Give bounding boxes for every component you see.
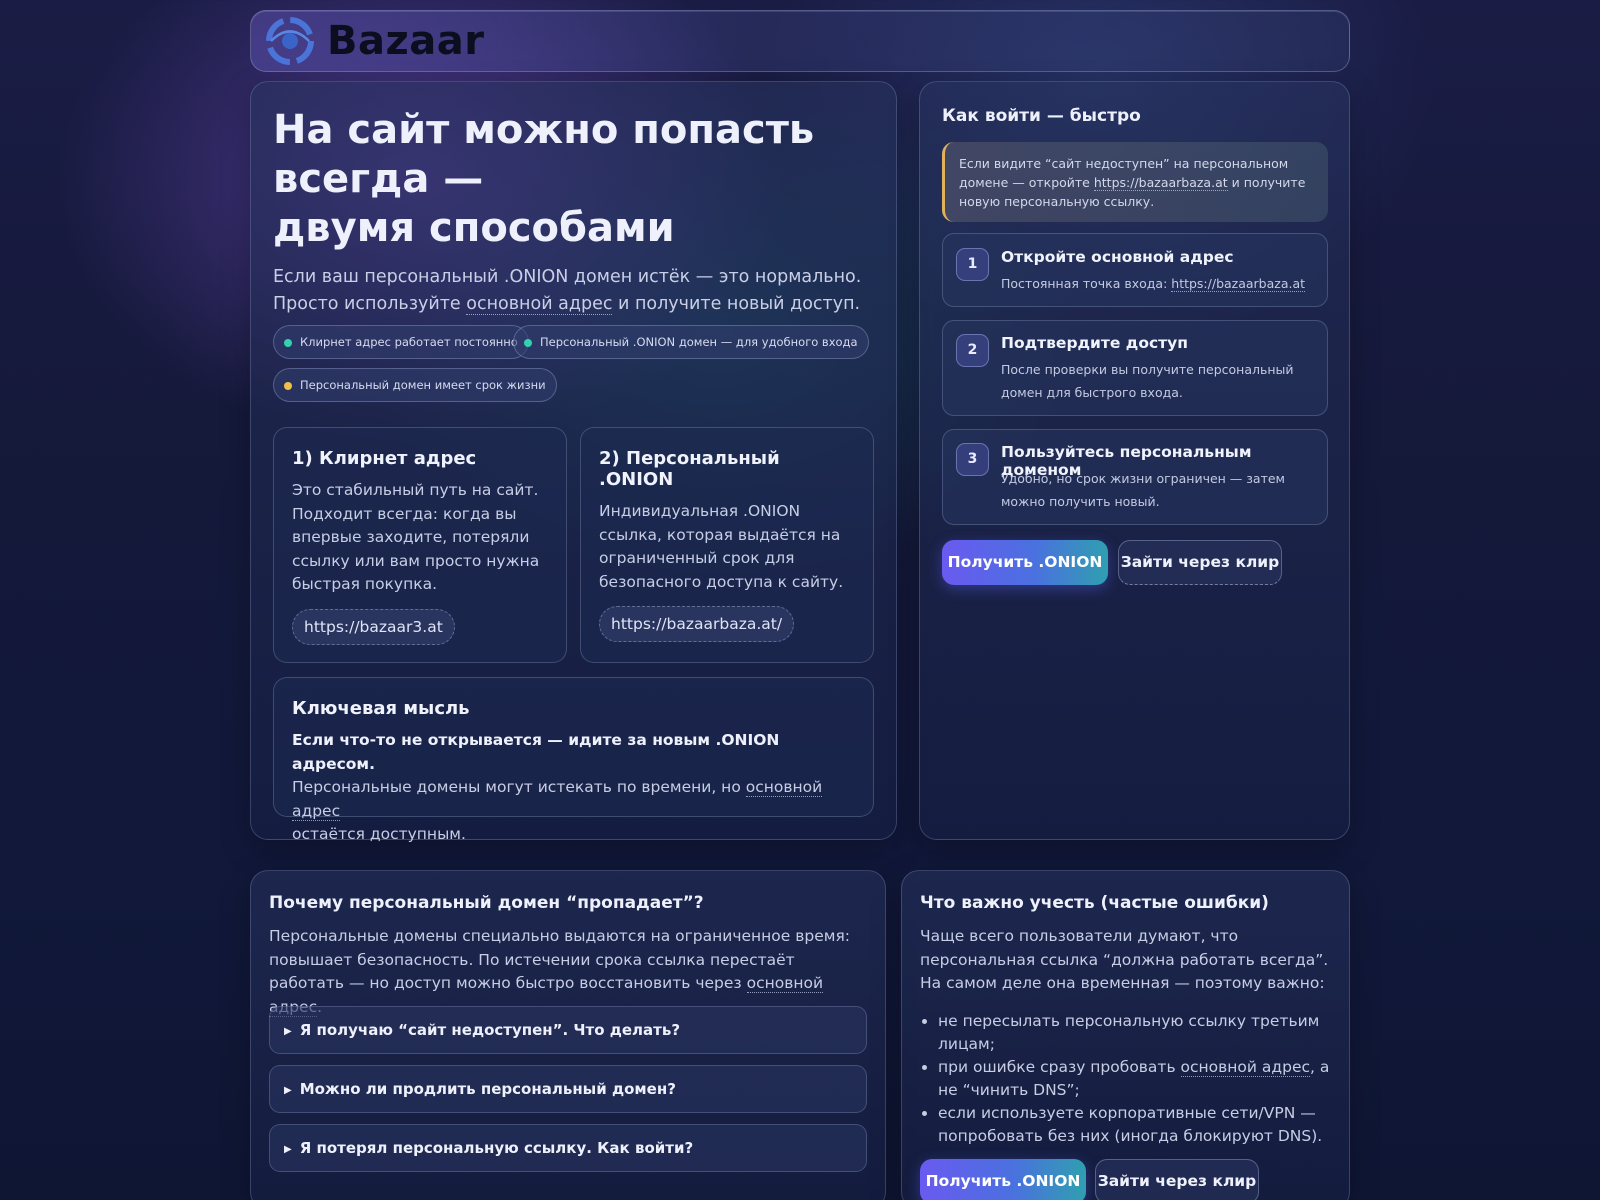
hero-lead-text3: и получите новый доступ. — [612, 294, 861, 314]
hero-title-line1: На сайт можно попасть — [273, 107, 815, 153]
why-panel: Почему персональный домен “пропадает”? П… — [250, 870, 886, 1200]
card-text: Индивидуальная .ONION ссылка, которая вы… — [599, 502, 844, 591]
why-text: Персональные домены специально выдаются … — [269, 925, 869, 1019]
clearnet-login-button-bottom[interactable]: Зайти через клир — [1095, 1159, 1259, 1200]
list-item: не пересылать персональную ссылку третьи… — [938, 1010, 1338, 1056]
hero-lead-text1: Если ваш персональный .ONION домен истёк… — [273, 267, 862, 287]
triangle-right-icon: ▶ — [284, 1026, 292, 1037]
card-text: Это стабильный путь на сайт. Подходит вс… — [292, 481, 540, 593]
brand-name[interactable]: Bazaar — [327, 18, 484, 64]
main-address-link[interactable]: основной адрес — [466, 294, 613, 315]
step-desc: Постоянная точка входа: https://bazaarba… — [1001, 272, 1316, 295]
why-title: Почему персональный домен “пропадает”? — [269, 893, 704, 913]
faq-label: Я получаю “сайт недоступен”. Что делать? — [299, 1021, 681, 1039]
get-onion-button[interactable]: Получить .ONION — [942, 540, 1108, 585]
hero-lead-text2: Просто используйте — [273, 294, 467, 314]
mistakes-title: Что важно учесть (частые ошибки) — [920, 893, 1269, 913]
key-title: Ключевая мысль — [292, 698, 470, 719]
chip-lifetime: Персональный домен имеет срок жизни — [273, 368, 557, 402]
onion-link[interactable]: https://bazaarbaza.at/ — [599, 606, 795, 642]
faq-item-extend[interactable]: ▶ Можно ли продлить персональный домен? — [269, 1065, 867, 1113]
triangle-right-icon: ▶ — [284, 1085, 292, 1096]
top-bar: Bazaar — [250, 10, 1350, 72]
hero-title-line2: всегда — — [273, 156, 484, 202]
chip-onion: Персональный .ONION домен — для удобного… — [513, 325, 869, 359]
main-address-link[interactable]: основной адрес — [1180, 1058, 1311, 1077]
faq-item-unavailable[interactable]: ▶ Я получаю “сайт недоступен”. Что делать… — [269, 1006, 867, 1054]
quick-login-panel: Как войти — быстро Если видите “сайт нед… — [919, 81, 1350, 840]
list-item: если используете корпоративные сети/VPN … — [938, 1102, 1338, 1148]
step-number: 1 — [956, 248, 989, 281]
key-text: Если что-то не открывается — идите за но… — [292, 729, 855, 847]
get-onion-button-bottom[interactable]: Получить .ONION — [920, 1159, 1086, 1200]
common-mistakes-panel: Что важно учесть (частые ошибки) Чаще вс… — [901, 870, 1350, 1200]
key-thought-card: Ключевая мысль Если что-то не открываетс… — [273, 677, 874, 843]
warning-callout: Если видите “сайт недоступен” на персона… — [942, 142, 1328, 222]
status-dot-icon — [524, 339, 532, 347]
step-2: 2 Подтвердите доступ После проверки вы п… — [942, 320, 1328, 416]
clearnet-login-button[interactable]: Зайти через клир — [1118, 540, 1282, 585]
card-onion: 2) Персональный .ONION Индивидуальная .O… — [580, 427, 874, 663]
step-desc: После проверки вы получите персональный … — [1001, 362, 1294, 400]
hero-title: На сайт можно попасть всегда — двумя спо… — [273, 106, 873, 253]
key-bold-text: Если что-то не открывается — идите за но… — [292, 731, 780, 773]
card-clearnet: 1) Клирнет адрес Это стабильный путь на … — [273, 427, 567, 663]
list-item-text: при ошибке сразу пробовать — [938, 1058, 1181, 1076]
step-3: 3 Пользуйтесь персональным доменом Удобн… — [942, 429, 1328, 525]
key-text2: остаётся доступным. — [292, 825, 466, 843]
step-title: Подтвердите доступ — [1001, 334, 1188, 352]
main-address-link[interactable]: https://bazaarbaza.at — [1171, 276, 1306, 292]
faq-item-lost-link[interactable]: ▶ Я потерял персональную ссылку. Как войт… — [269, 1124, 867, 1172]
step-number: 3 — [956, 443, 989, 476]
clearnet-link[interactable]: https://bazaar3.at — [292, 608, 455, 645]
card-title: 2) Персональный .ONION — [599, 448, 780, 490]
mistakes-text: Чаще всего пользователи думают, что перс… — [920, 927, 1329, 992]
chip-clearnet: Клирнет адрес работает постоянно — [273, 325, 529, 359]
chip-label: Клирнет адрес работает постоянно — [300, 335, 518, 349]
hero-title-line3: двумя способами — [273, 205, 675, 251]
step-desc: Удобно, но срок жизни ограничен — затем … — [1001, 471, 1285, 509]
mistakes-list: не пересылать персональную ссылку третьи… — [938, 1010, 1338, 1148]
step-1: 1 Откройте основной адрес Постоянная точ… — [942, 233, 1328, 307]
step-title: Откройте основной адрес — [1001, 248, 1234, 266]
card-title: 1) Клирнет адрес — [292, 448, 477, 469]
list-item: при ошибке сразу пробовать основной адре… — [938, 1056, 1338, 1102]
chip-label: Персональный домен имеет срок жизни — [300, 378, 546, 392]
quick-login-title: Как войти — быстро — [942, 106, 1141, 126]
step-number: 2 — [956, 334, 989, 367]
warn-link[interactable]: https://bazaarbaza.at — [1093, 175, 1228, 191]
status-dot-icon — [284, 382, 292, 390]
chip-label: Персональный .ONION домен — для удобного… — [540, 335, 858, 349]
faq-label: Я потерял персональную ссылку. Как войти… — [299, 1139, 694, 1157]
hero-lead: Если ваш персональный .ONION домен истёк… — [273, 264, 873, 318]
eye-logo-icon[interactable] — [265, 16, 315, 66]
step-desc-text: Постоянная точка входа: — [1001, 276, 1172, 291]
triangle-right-icon: ▶ — [284, 1144, 292, 1155]
faq-label: Можно ли продлить персональный домен? — [299, 1080, 676, 1098]
key-text1: Персональные домены могут истекать по вр… — [292, 778, 746, 796]
status-dot-icon — [284, 339, 292, 347]
hero-panel: На сайт можно попасть всегда — двумя спо… — [250, 81, 897, 843]
